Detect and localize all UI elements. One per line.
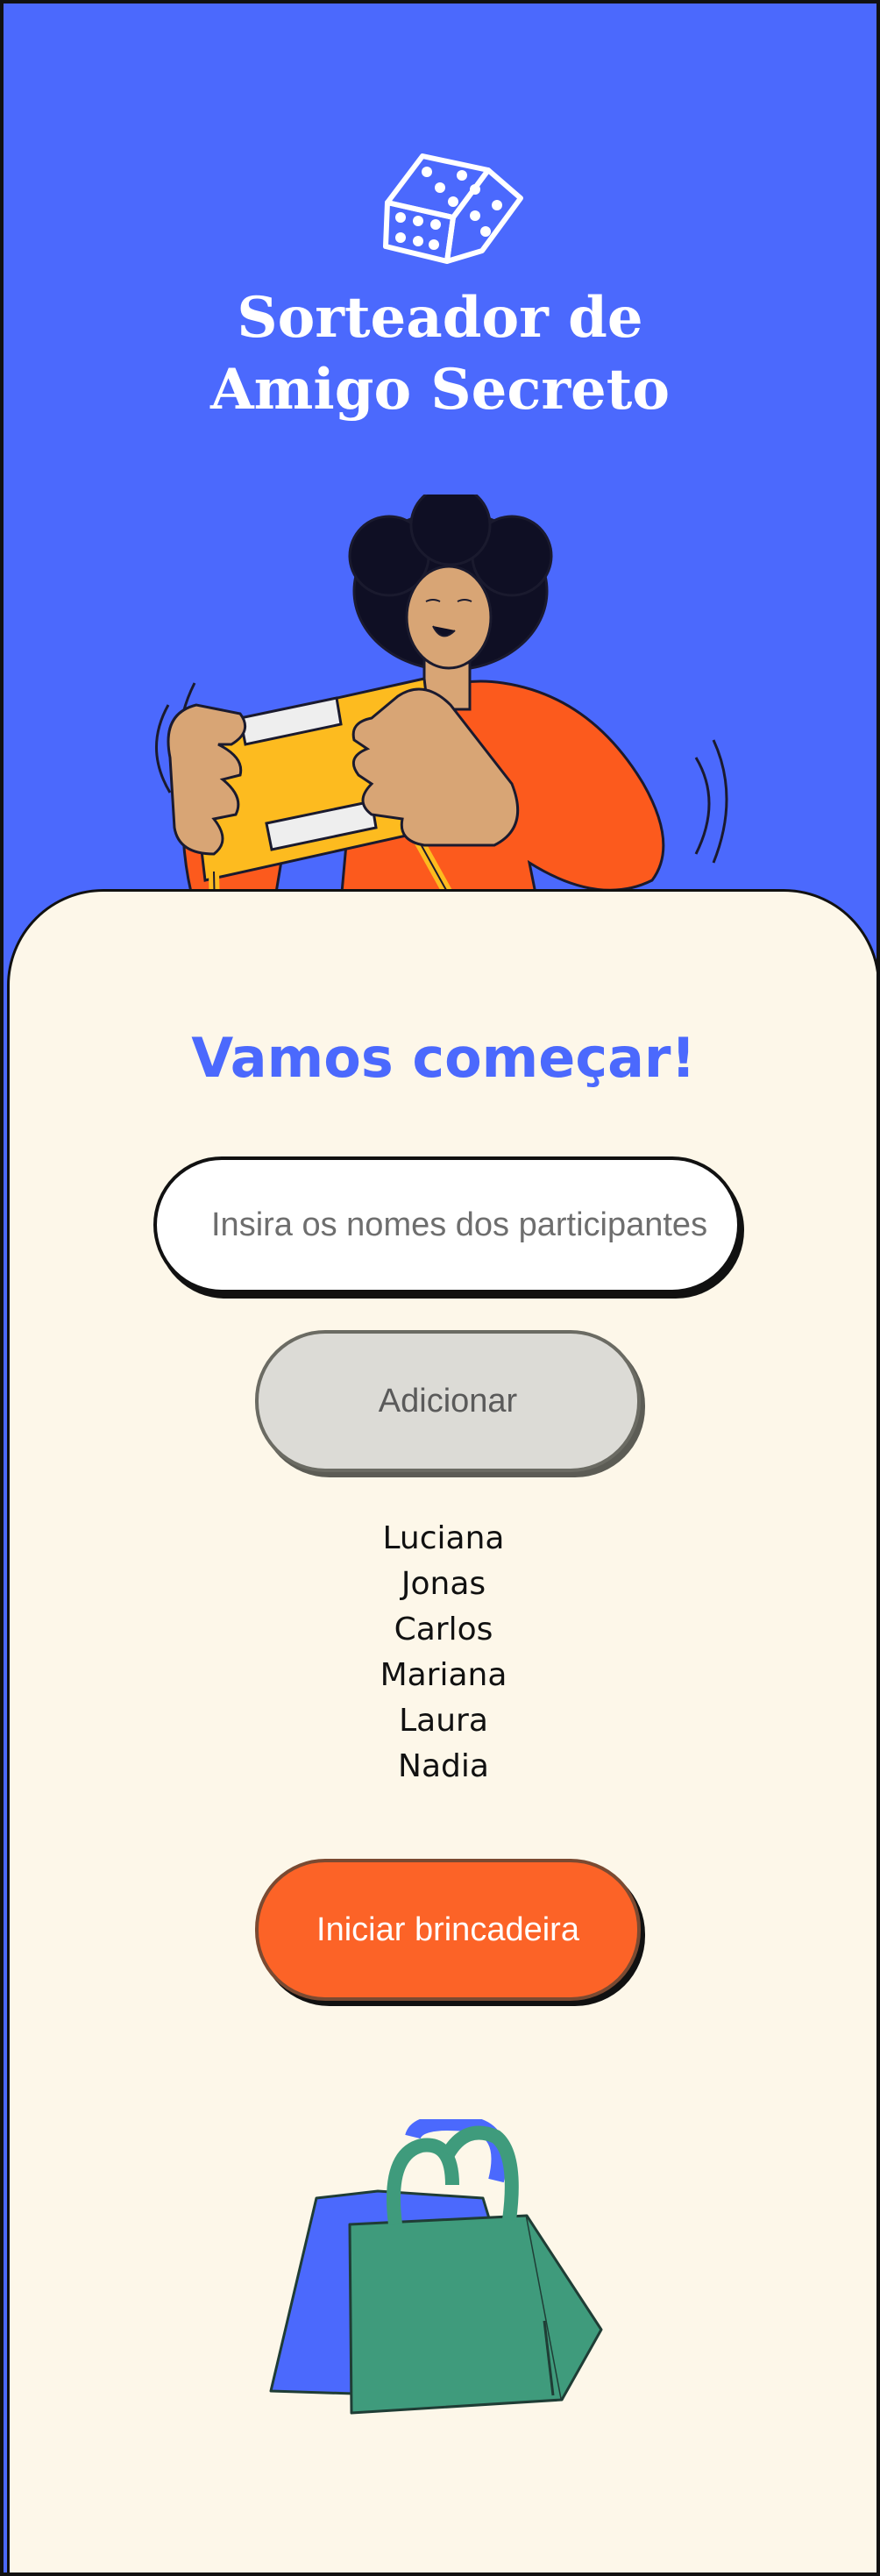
participant-item: Luciana	[382, 1520, 505, 1556]
main-card: Vamos começar! Adicionar Luciana Jonas C…	[7, 889, 876, 2572]
participant-item: Jonas	[401, 1566, 486, 1602]
dice-icon	[383, 153, 523, 264]
participant-list: Luciana Jonas Carlos Mariana Laura Nadia	[10, 1516, 876, 1790]
participant-item: Mariana	[380, 1657, 507, 1693]
start-game-button[interactable]: Iniciar brincadeira	[255, 1859, 641, 2001]
participant-name-input[interactable]	[153, 1156, 741, 1293]
section-heading: Vamos começar!	[191, 1026, 696, 1090]
shopping-bags-illustration	[269, 2119, 603, 2415]
app-title-line2: Amigo Secreto	[210, 357, 670, 423]
participant-item: Carlos	[394, 1612, 493, 1647]
add-participant-button[interactable]: Adicionar	[255, 1330, 641, 1472]
app-frame: Sorteador de Amigo Secreto Vamos começar…	[0, 0, 880, 2576]
participant-item: Laura	[399, 1703, 488, 1739]
participant-item: Nadia	[398, 1748, 489, 1784]
header: Sorteador de Amigo Secreto	[4, 4, 876, 952]
app-title: Sorteador de Amigo Secreto	[4, 282, 876, 426]
app-title-line1: Sorteador de	[237, 285, 643, 351]
